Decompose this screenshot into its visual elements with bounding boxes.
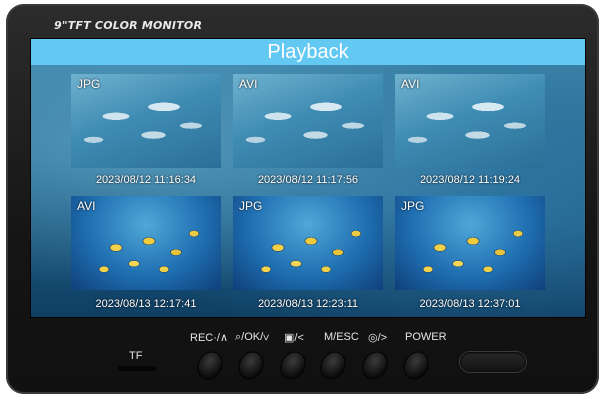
page-title: Playback xyxy=(31,39,585,65)
thumbnail-timestamp: 2023/08/13 12:37:01 xyxy=(419,298,521,310)
file-type-badge: AVI xyxy=(401,77,420,91)
thumbnail-timestamp: 2023/08/12 11:19:24 xyxy=(419,174,521,186)
menu-esc-label: M/ESC xyxy=(324,331,359,343)
tf-slot-label: TF xyxy=(129,350,143,362)
brand-label: 9"TFT COLOR MONITOR xyxy=(54,19,203,32)
thumbnail-timestamp: 2023/08/13 12:17:41 xyxy=(95,298,197,310)
file-type-badge: JPG xyxy=(239,199,263,213)
file-type-badge: AVI xyxy=(77,199,96,213)
playback-screen: Playback JPG 2023/08/12 11:16:34 AVI 202… xyxy=(30,38,586,318)
file-type-badge: AVI xyxy=(239,77,258,91)
power-label: POWER xyxy=(405,331,447,343)
thumbnail-timestamp: 2023/08/12 11:16:34 xyxy=(95,174,197,186)
thumbnail-timestamp: 2023/08/12 11:17:56 xyxy=(257,174,359,186)
camera-right-label: ◎/> xyxy=(368,332,388,344)
tf-card-slot[interactable] xyxy=(118,366,156,371)
thumbnail-5[interactable]: JPG xyxy=(233,196,383,290)
zoom-ok-down-label: ⌕/OK/∨ xyxy=(235,331,270,343)
file-type-badge: JPG xyxy=(77,77,101,91)
thumbnail-timestamp: 2023/08/13 12:23:11 xyxy=(257,298,359,310)
thumbnail-2[interactable]: AVI xyxy=(233,74,383,168)
thumbnail-4[interactable]: AVI xyxy=(71,196,221,290)
thumbnail-6[interactable]: JPG xyxy=(395,196,545,290)
thumbnail-1[interactable]: JPG xyxy=(71,74,221,168)
gallery-left-label: ▣/< xyxy=(284,332,304,344)
file-type-badge: JPG xyxy=(401,199,425,213)
thumbnail-3[interactable]: AVI xyxy=(395,74,545,168)
power-indicator xyxy=(460,352,526,372)
rec-up-label: REC·/∧ xyxy=(190,332,228,344)
